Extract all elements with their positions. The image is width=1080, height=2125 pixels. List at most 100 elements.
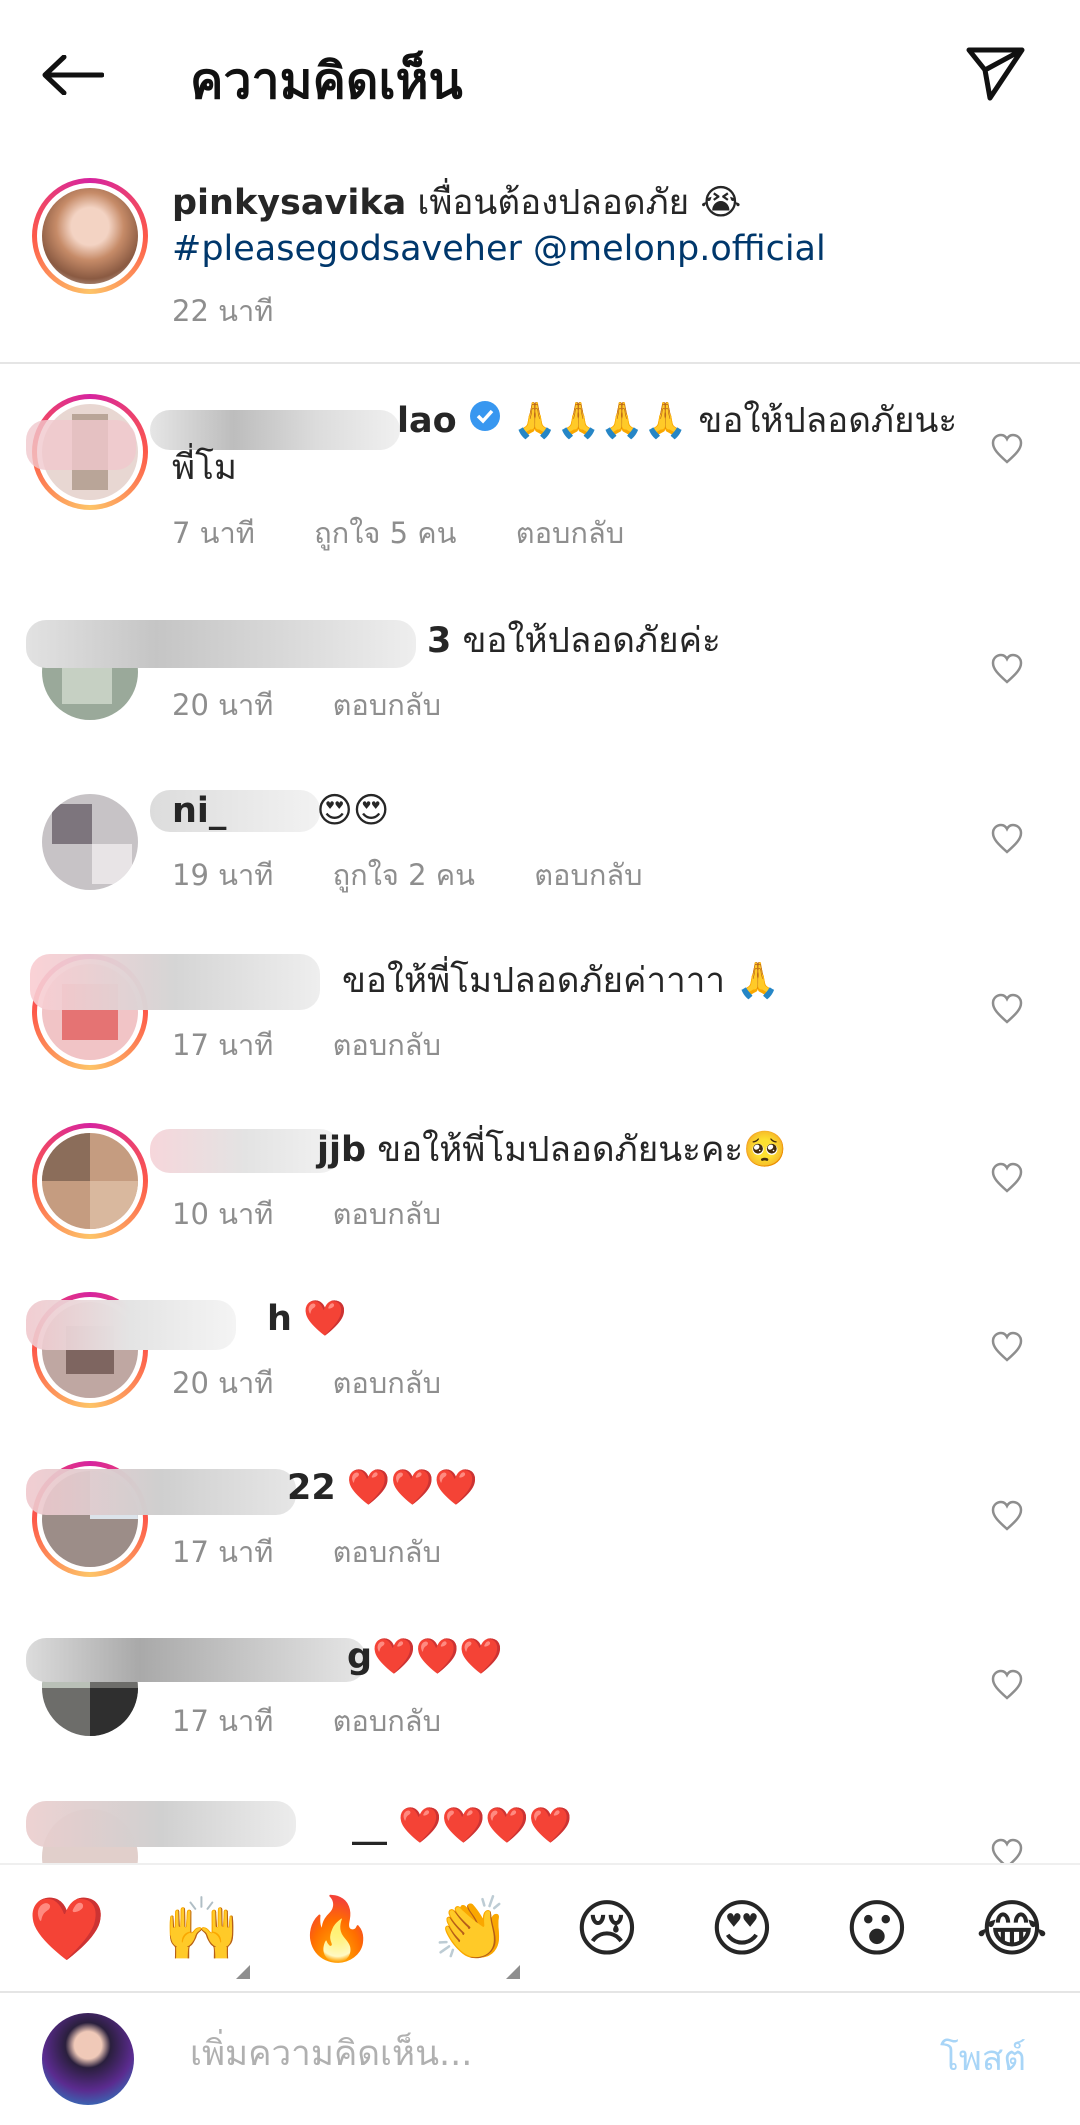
like-heart-icon[interactable] xyxy=(990,1668,1024,1702)
emoji-quick-bar: ❤️ 🙌 🔥 👏 😢 😍 😮 😂 xyxy=(0,1863,1080,1993)
comment-meta: 10 นาที ตอบกลับ xyxy=(172,1191,491,1237)
like-heart-icon[interactable] xyxy=(990,1837,1024,1863)
comment-meta: 20 นาที ตอบกลับ xyxy=(172,682,491,728)
like-heart-icon[interactable] xyxy=(990,1161,1024,1195)
comment-text: g❤️❤️❤️ xyxy=(172,1634,503,1680)
skin-tone-indicator-icon xyxy=(506,1965,520,1979)
comment-username[interactable]: 22 xyxy=(287,1468,336,1508)
comment-meta: 17 นาที ตอบกลับ xyxy=(172,1698,491,1744)
comment-text: h ❤️ xyxy=(172,1296,347,1342)
comment-item: lao 🙏🙏🙏🙏 ขอให้ปลอดภัยนะ พี่โม 7 นาที ถูก… xyxy=(0,380,1080,560)
comment-text: ni_ 😍😍 xyxy=(172,788,389,834)
like-heart-icon[interactable] xyxy=(990,1330,1024,1364)
comment-meta: 17 นาที ตอบกลับ xyxy=(172,1022,491,1068)
comment-body: ❤️ xyxy=(303,1299,347,1339)
comment-text: jjb ขอให้พี่โมปลอดภัยนะคะ🥺 xyxy=(172,1127,787,1173)
comment-item: jjb ขอให้พี่โมปลอดภัยนะคะ🥺 10 นาที ตอบกล… xyxy=(0,1109,1080,1277)
comment-item: h ❤️ 20 นาที ตอบกลับ xyxy=(0,1278,1080,1446)
comment-username[interactable]: lao xyxy=(397,401,457,441)
reply-button[interactable]: ตอบกลับ xyxy=(333,1028,441,1062)
avatar[interactable] xyxy=(42,794,138,890)
comment-text: __ ❤️❤️❤️❤️ xyxy=(172,1803,572,1849)
comment-time: 19 นาที xyxy=(172,858,274,892)
comment-meta: 17 นาที ตอบกลับ xyxy=(172,1529,491,1575)
like-heart-icon[interactable] xyxy=(990,652,1024,686)
like-heart-icon[interactable] xyxy=(990,992,1024,1026)
reply-button[interactable]: ตอบกลับ xyxy=(333,688,441,722)
back-arrow-icon[interactable] xyxy=(38,42,108,108)
comment-likes[interactable]: ถูกใจ 2 คน xyxy=(333,858,475,892)
direct-send-icon[interactable] xyxy=(960,38,1032,110)
reply-button[interactable]: ตอบกลับ xyxy=(333,1704,441,1738)
caption-body: เพื่อนต้องปลอดภัย xyxy=(417,183,690,223)
reply-button[interactable]: ตอบกลับ xyxy=(333,1535,441,1569)
comment-input[interactable] xyxy=(188,2023,892,2085)
avatar[interactable] xyxy=(42,1133,138,1229)
comment-text: 3 ขอให้ปลอดภัยค่ะ xyxy=(172,618,721,664)
like-heart-icon[interactable] xyxy=(990,822,1024,856)
page-title: ความคิดเห็น xyxy=(190,52,463,110)
comment-username[interactable]: g xyxy=(347,1637,372,1677)
verified-badge-icon xyxy=(468,399,502,445)
emoji-crying-button[interactable]: 😢 xyxy=(562,1887,652,1971)
comment-username[interactable]: jjb xyxy=(317,1130,366,1170)
comment-time: 20 นาที xyxy=(172,1366,274,1400)
comment-item: g❤️❤️❤️ 17 นาที ตอบกลับ xyxy=(0,1616,1080,1784)
comment-username[interactable]: ni_ xyxy=(172,791,226,831)
comment-body: ❤️❤️❤️❤️ xyxy=(398,1806,573,1846)
comment-time: 7 นาที xyxy=(172,516,255,550)
comment-time: 17 นาที xyxy=(172,1028,274,1062)
reply-button[interactable]: ตอบกลับ xyxy=(534,858,642,892)
post-button[interactable]: โพสต์ xyxy=(940,2031,1026,2086)
comment-item: 22 ❤️❤️❤️ 17 นาที ตอบกลับ xyxy=(0,1447,1080,1615)
comment-item: __ ❤️❤️❤️❤️ xyxy=(0,1785,1080,1863)
emoji-laughing-button[interactable]: 😂 xyxy=(967,1887,1057,1971)
comment-body: 😍😍 xyxy=(316,791,390,831)
comment-time: 10 นาที xyxy=(172,1197,274,1231)
emoji-surprised-button[interactable]: 😮 xyxy=(832,1887,922,1971)
emoji-heart-eyes-button[interactable]: 😍 xyxy=(697,1887,787,1971)
comment-text: lao 🙏🙏🙏🙏 ขอให้ปลอดภัยนะ พี่โม xyxy=(172,398,957,491)
emoji-heart-button[interactable]: ❤️ xyxy=(22,1887,112,1971)
comment-body: ❤️❤️❤️ xyxy=(346,1468,478,1508)
emoji-raised-hands-button[interactable]: 🙌 xyxy=(157,1887,247,1971)
comment-body: ❤️❤️❤️ xyxy=(372,1637,503,1677)
comment-likes[interactable]: ถูกใจ 5 คน xyxy=(314,516,456,550)
caption-time: 22 นาที xyxy=(172,294,274,328)
comment-composer: โพสต์ xyxy=(0,1991,1080,2125)
comment-body: ขอให้ปลอดภัยค่ะ xyxy=(462,621,721,661)
caption-username[interactable]: pinkysavika xyxy=(172,183,406,223)
comment-body: 🙏🙏🙏🙏 ขอให้ปลอดภัยนะ xyxy=(512,401,958,441)
comment-meta: 7 นาที ถูกใจ 5 คน ตอบกลับ xyxy=(172,510,674,556)
mention-link[interactable]: @melonp.official xyxy=(533,229,826,269)
emoji-fire-button[interactable]: 🔥 xyxy=(292,1887,382,1971)
comment-username[interactable]: 3 xyxy=(427,621,451,661)
comment-time: 17 นาที xyxy=(172,1704,274,1738)
comment-text: ขอให้พี่โมปลอดภัยค่าาาา 🙏 xyxy=(172,958,780,1004)
hashtag-link[interactable]: #pleasegodsaveher xyxy=(172,229,522,269)
header-bar: ความคิดเห็น xyxy=(0,0,1080,150)
like-heart-icon[interactable] xyxy=(990,432,1024,466)
reply-button[interactable]: ตอบกลับ xyxy=(333,1197,441,1231)
caption-text: pinkysavika เพื่อนต้องปลอดภัย 😭 #pleaseg… xyxy=(172,180,992,272)
reply-button[interactable]: ตอบกลับ xyxy=(516,516,624,550)
comment-meta: 20 นาที ตอบกลับ xyxy=(172,1360,491,1406)
comment-body-line2: พี่โม xyxy=(172,448,237,488)
comment-username[interactable]: __ xyxy=(352,1806,387,1846)
comment-time: 17 นาที xyxy=(172,1535,274,1569)
comment-meta: 19 นาที ถูกใจ 2 คน ตอบกลับ xyxy=(172,852,693,898)
comment-username[interactable]: h xyxy=(267,1299,292,1339)
comment-time: 20 นาที xyxy=(172,688,274,722)
current-user-avatar[interactable] xyxy=(42,2013,134,2105)
caption-emoji: 😭 xyxy=(700,183,742,223)
comment-item: ni_ 😍😍 19 นาที ถูกใจ 2 คน ตอบกลับ xyxy=(0,770,1080,938)
reply-button[interactable]: ตอบกลับ xyxy=(333,1366,441,1400)
emoji-clap-button[interactable]: 👏 xyxy=(427,1887,517,1971)
comment-text: 22 ❤️❤️❤️ xyxy=(172,1465,478,1511)
skin-tone-indicator-icon xyxy=(236,1965,250,1979)
comment-item: ขอให้พี่โมปลอดภัยค่าาาา 🙏 17 นาที ตอบกลั… xyxy=(0,940,1080,1108)
avatar[interactable] xyxy=(42,188,138,284)
comment-item: 3 ขอให้ปลอดภัยค่ะ 20 นาที ตอบกลับ xyxy=(0,600,1080,768)
comment-body: ขอให้พี่โมปลอดภัยนะคะ🥺 xyxy=(377,1130,787,1170)
like-heart-icon[interactable] xyxy=(990,1499,1024,1533)
